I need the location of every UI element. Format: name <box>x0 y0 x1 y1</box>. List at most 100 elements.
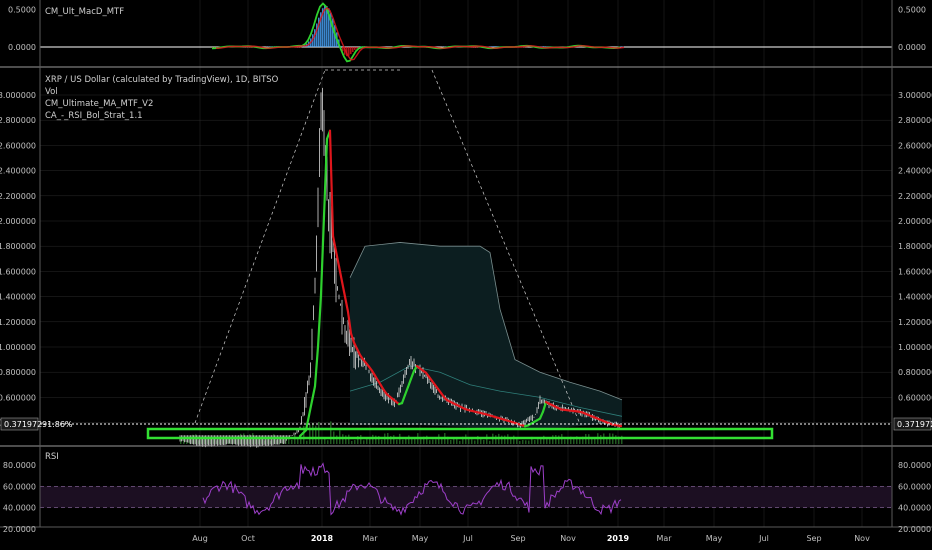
volume-bar <box>429 440 431 444</box>
rsi-tick-left: 40.0000 <box>3 504 36 513</box>
x-axis-label: May <box>412 534 429 543</box>
macd-hist-bar <box>352 47 354 52</box>
macd-tick-left: 0.5000 <box>8 6 36 15</box>
x-axis-label: Mar <box>656 534 672 543</box>
volume-bar <box>351 440 353 444</box>
volume-bar <box>327 440 329 444</box>
price-tick-left: 2.400000 <box>0 167 36 176</box>
volume-bar <box>510 438 512 444</box>
indicator-rsi-bol[interactable]: CA_-_RSI_Bol_Strat_1.1 <box>45 111 143 121</box>
volume-bar <box>366 438 368 444</box>
volume-bar <box>318 421 320 444</box>
x-axis-label: Sep <box>806 534 821 543</box>
volume-bar <box>408 435 410 444</box>
volume-bar <box>372 434 374 444</box>
volume-bar <box>549 439 551 444</box>
last-pct: 91.86% <box>42 420 73 429</box>
volume-bar <box>483 439 485 444</box>
volume-bar <box>291 439 293 444</box>
price-tick-right: 1.400000 <box>898 293 932 302</box>
price-tick-left: 1.400000 <box>0 293 36 302</box>
volume-bar <box>474 440 476 444</box>
x-axis-label: Mar <box>362 534 378 543</box>
rsi-tick-left: 80.0000 <box>3 461 36 470</box>
price-tick-left: 0.800000 <box>0 368 36 377</box>
price-tick-right: 0.800000 <box>898 368 932 377</box>
price-tick-left: 1.200000 <box>0 318 36 327</box>
price-tick-left: 1.600000 <box>0 267 36 276</box>
x-axis-label: Nov <box>854 534 870 543</box>
indicator-vol[interactable]: Vol <box>45 87 58 97</box>
volume-bar <box>522 440 524 444</box>
price-tick-right: 1.000000 <box>898 343 932 352</box>
rsi-tick-left: 20.0000 <box>3 525 36 534</box>
macd-hist-bar <box>324 6 326 48</box>
price-tick-left: 1.000000 <box>0 343 36 352</box>
volume-bar <box>546 439 548 444</box>
price-tick-left: 2.000000 <box>0 217 36 226</box>
macd-hist-bar <box>298 47 300 48</box>
price-tick-left: 1.800000 <box>0 242 36 251</box>
volume-bar <box>348 434 350 444</box>
price-tick-right: 2.800000 <box>898 116 932 125</box>
macd-hist-bar <box>350 47 352 55</box>
volume-bar <box>354 440 356 444</box>
price-tick-right: 2.000000 <box>898 217 932 226</box>
price-tick-right: 1.200000 <box>898 318 932 327</box>
volume-bar <box>564 439 566 444</box>
volume-bar <box>393 435 395 444</box>
volume-bar <box>525 440 527 444</box>
price-tick-right: 2.600000 <box>898 141 932 150</box>
price-tick-right: 0.600000 <box>898 393 932 402</box>
last-price-right: 0.371972 <box>897 420 932 429</box>
volume-bar <box>345 435 347 444</box>
rsi-tick-right: 20.0000 <box>898 525 931 534</box>
x-axis-label: May <box>706 534 723 543</box>
volume-bar <box>306 440 308 444</box>
x-axis-label: Jul <box>462 534 473 543</box>
indicator-ma[interactable]: CM_Ultimate_MA_MTF_V2 <box>45 99 153 109</box>
x-axis-label: 2019 <box>607 534 630 543</box>
price-tick-right: 1.600000 <box>898 267 932 276</box>
rsi-tick-right: 60.0000 <box>898 482 931 491</box>
chart-canvas: CM_Ult_MacD_MTF XRP / US Dollar (calcula… <box>0 0 932 550</box>
volume-bar <box>321 439 323 444</box>
volume-bar <box>435 439 437 444</box>
price-tick-left: 2.600000 <box>0 141 36 150</box>
last-price-left: 0.371972 <box>4 420 42 429</box>
volume-bar <box>471 439 473 444</box>
rsi-tick-left: 60.0000 <box>3 482 36 491</box>
macd-hist-bar <box>314 29 316 47</box>
macd-tick-right: 0.5000 <box>898 6 926 15</box>
macd-tick-left: 0.0000 <box>8 43 36 52</box>
volume-bar <box>495 435 497 444</box>
macd-hist-bar <box>356 47 358 49</box>
macd-hist-bar <box>492 46 494 47</box>
volume-bar <box>288 438 290 444</box>
macd-hist-bar <box>474 47 476 48</box>
rsi-band <box>40 486 892 508</box>
x-axis-label: Aug <box>192 534 208 543</box>
volume-bar <box>606 439 608 444</box>
volume-bar <box>567 438 569 444</box>
volume-bar <box>309 424 311 444</box>
volume-bar <box>432 439 434 444</box>
x-axis-label: 2018 <box>311 534 334 543</box>
x-axis-label: Nov <box>560 534 576 543</box>
volume-bar <box>336 435 338 444</box>
volume-bar <box>294 434 296 444</box>
volume-bar <box>459 440 461 444</box>
ma-segment <box>616 424 623 428</box>
volume-bar <box>555 434 557 444</box>
macd-title[interactable]: CM_Ult_MacD_MTF <box>45 7 124 17</box>
volume-bar <box>489 440 491 444</box>
rsi-title[interactable]: RSI <box>45 452 59 462</box>
macd-tick-right: 0.0000 <box>898 43 926 52</box>
rsi-tick-right: 80.0000 <box>898 461 931 470</box>
volume-bar <box>600 435 602 444</box>
volume-bar <box>312 422 314 444</box>
volume-bar <box>534 440 536 444</box>
price-tick-left: 2.200000 <box>0 192 36 201</box>
price-tick-left: 3.000000 <box>0 91 36 100</box>
price-title[interactable]: XRP / US Dollar (calculated by TradingVi… <box>45 75 279 85</box>
